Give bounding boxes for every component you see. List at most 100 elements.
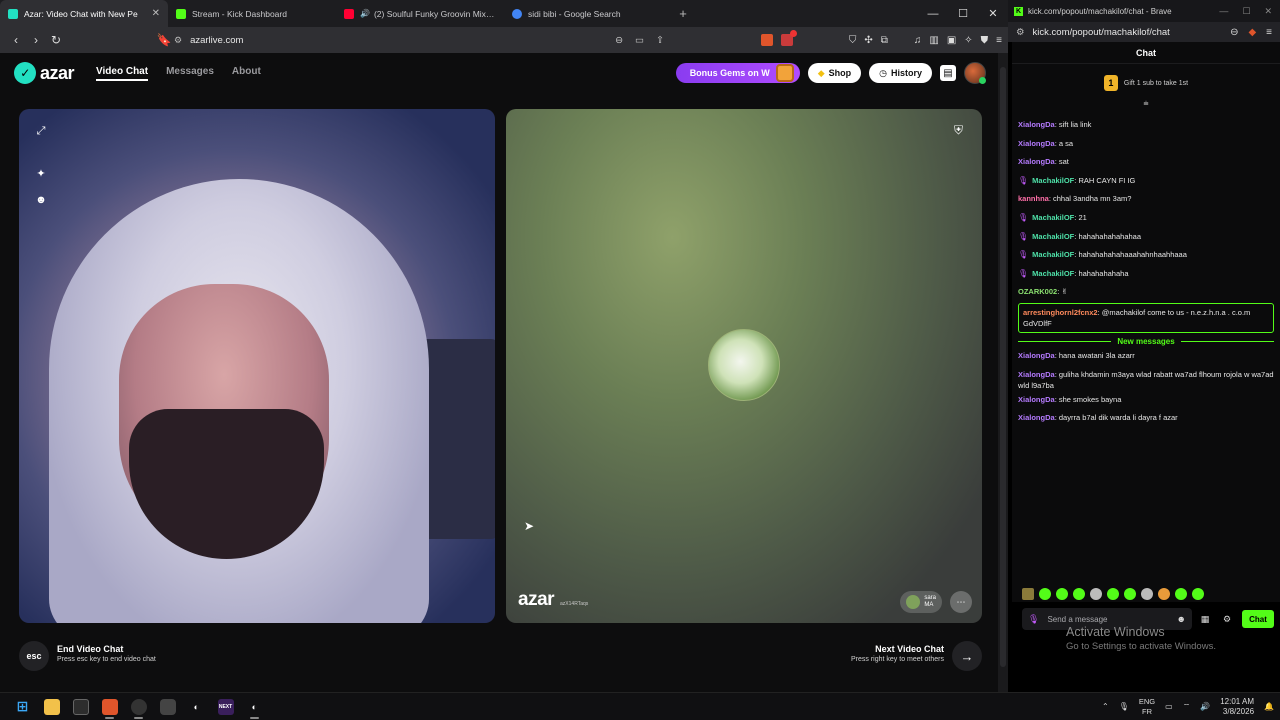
- chat-message[interactable]: XialongDa: she smokes bayna: [1018, 391, 1274, 410]
- chat-message[interactable]: XialongDa: dayrra b7al dik warda li dayr…: [1018, 409, 1274, 428]
- chat-message[interactable]: XialongDa: sat: [1018, 153, 1274, 172]
- microphone-icon[interactable]: 🎙: [1028, 614, 1039, 625]
- tab-google-search[interactable]: sidi bibi - Google Search: [504, 0, 672, 27]
- partner-info-chip[interactable]: sara MA: [900, 591, 942, 613]
- forward-icon[interactable]: ›: [26, 33, 46, 47]
- url-field[interactable]: ⚙ azarlive.com ⊖ ▭ ⇪: [174, 31, 664, 49]
- chat-message[interactable]: XialongDa: a sa: [1018, 135, 1274, 154]
- menu-icon[interactable]: ≡: [1266, 27, 1272, 38]
- chat-message[interactable]: 🎙 MachakilOF: hahahahahahahaa: [1018, 228, 1274, 247]
- gift-sub-banner[interactable]: 1 Gift 1 sub to take 1st: [1012, 70, 1280, 96]
- user-avatar[interactable]: [964, 62, 986, 84]
- new-tab-button[interactable]: +: [672, 6, 694, 21]
- screenshot-icon[interactable]: ⧉: [881, 35, 888, 46]
- chat-message[interactable]: XialongDa: guliha khdamin m3aya wlad rab…: [1018, 366, 1274, 391]
- taskbar-file-explorer[interactable]: [37, 695, 66, 719]
- site-settings-icon[interactable]: ⚙: [174, 35, 182, 46]
- chat-message[interactable]: 🎙 MachakilOF: RAH CAYN FI IG: [1018, 172, 1274, 191]
- end-chat-button[interactable]: esc: [19, 641, 49, 671]
- clock[interactable]: 12:01 AM 3/8/2026: [1220, 697, 1254, 717]
- minimize-icon[interactable]: —: [918, 8, 948, 20]
- scrollbar-thumb[interactable]: [1000, 67, 1006, 667]
- message-username[interactable]: MachakilOF: [1032, 232, 1074, 241]
- emote-icon[interactable]: [1192, 588, 1204, 600]
- brave-shields-icon[interactable]: ◆: [1248, 27, 1256, 38]
- emoji-picker-icon[interactable]: ☻: [1177, 614, 1186, 624]
- cast-icon[interactable]: ▭: [635, 35, 644, 46]
- azar-logo[interactable]: ✓ azar: [14, 62, 75, 84]
- message-username[interactable]: XialongDa: [1018, 120, 1055, 129]
- share-icon[interactable]: ⇪: [656, 35, 664, 46]
- nav-messages[interactable]: Messages: [166, 66, 214, 81]
- message-username[interactable]: XialongDa: [1018, 351, 1055, 360]
- message-username[interactable]: kannhna: [1018, 194, 1049, 203]
- notification-bell-icon[interactable]: 🔔: [1264, 702, 1274, 711]
- nav-about[interactable]: About: [232, 66, 261, 81]
- chat-message[interactable]: 🎙 MachakilOF: 21: [1018, 209, 1274, 228]
- chat-message[interactable]: 🎙 MachakilOF: hahahahahahaaahahnhaahhaaa: [1018, 246, 1274, 265]
- shield-check-icon[interactable]: ⛊: [981, 35, 989, 46]
- taskbar-obs[interactable]: [124, 695, 153, 719]
- page-scrollbar[interactable]: [998, 53, 1008, 692]
- microphone-tray-icon[interactable]: 🎙: [1119, 702, 1129, 711]
- menu-icon[interactable]: ≡: [996, 35, 1002, 46]
- reload-icon[interactable]: ↻: [46, 33, 66, 47]
- close-tab-icon[interactable]: ✕: [152, 8, 160, 19]
- message-username[interactable]: arrestinghornl2fcnx2: [1023, 308, 1098, 317]
- close-window-icon[interactable]: ✕: [978, 7, 1008, 20]
- speaker-icon[interactable]: 🔊: [360, 9, 370, 18]
- emote-icon[interactable]: [1141, 588, 1153, 600]
- message-username[interactable]: MachakilOF: [1032, 269, 1074, 278]
- emote-icon[interactable]: [1056, 588, 1068, 600]
- language-indicator[interactable]: ENG FR: [1139, 697, 1155, 717]
- taskbar-capcut-2[interactable]: ◐: [240, 695, 269, 719]
- send-chat-button[interactable]: Chat: [1242, 610, 1274, 628]
- tab-azar[interactable]: Azar: Video Chat with New Pe ✕: [0, 0, 168, 27]
- chat-message[interactable]: OZARK002: ✌: [1018, 283, 1274, 302]
- face-filter-icon[interactable]: ☻: [33, 192, 49, 208]
- emote-icon[interactable]: [1039, 588, 1051, 600]
- site-settings-icon[interactable]: ⚙: [1016, 27, 1025, 38]
- leo-ai-icon[interactable]: ✧: [964, 35, 972, 46]
- settings-gear-icon[interactable]: ⚙: [1218, 614, 1236, 625]
- emote-icon[interactable]: [1090, 588, 1102, 600]
- message-username[interactable]: XialongDa: [1018, 157, 1055, 166]
- report-shield-icon[interactable]: ⛨: [954, 123, 968, 139]
- maximize-icon[interactable]: ☐: [1242, 6, 1250, 17]
- message-username[interactable]: XialongDa: [1018, 139, 1055, 148]
- gift-icon[interactable]: ▦: [1196, 614, 1214, 625]
- new-messages-divider[interactable]: New messages: [1018, 337, 1274, 346]
- media-icon[interactable]: ♫: [914, 35, 922, 46]
- nav-video-chat[interactable]: Video Chat: [96, 66, 149, 81]
- emote-icon[interactable]: [1158, 588, 1170, 600]
- taskbar-capcut[interactable]: ◐: [182, 695, 211, 719]
- minimize-icon[interactable]: —: [1219, 6, 1228, 17]
- network-icon[interactable]: ⌔: [1183, 702, 1191, 712]
- zoom-icon[interactable]: ⊖: [615, 35, 623, 46]
- taskbar-store[interactable]: [66, 695, 95, 719]
- popup-address-bar[interactable]: ⚙ kick.com/popout/machakilof/chat ⊖ ◆ ≡: [1008, 22, 1280, 42]
- display-icon[interactable]: ▭: [1165, 702, 1173, 711]
- bookmark-icon[interactable]: 🔖: [154, 33, 174, 47]
- highlighted-message[interactable]: arrestinghornl2fcnx2: @machakilof come t…: [1018, 302, 1274, 333]
- message-username[interactable]: MachakilOF: [1032, 250, 1074, 259]
- chat-message[interactable]: XialongDa: hana awatani 3la azarr: [1018, 347, 1274, 366]
- chat-bubble-icon[interactable]: ⋯: [950, 591, 972, 613]
- message-username[interactable]: OZARK002: [1018, 287, 1057, 296]
- vpn-icon[interactable]: ⛉: [849, 35, 857, 46]
- history-button[interactable]: ◷ History: [869, 63, 932, 83]
- message-username[interactable]: XialongDa: [1018, 413, 1055, 422]
- brave-shields-icon[interactable]: [760, 34, 773, 46]
- sidebar-icon[interactable]: ▥: [929, 35, 938, 46]
- back-icon[interactable]: ‹: [6, 33, 26, 47]
- next-chat-button[interactable]: →: [952, 641, 982, 671]
- start-button[interactable]: ⊞: [8, 695, 37, 719]
- chat-message[interactable]: XialongDa: sift lia link: [1018, 116, 1274, 135]
- close-window-icon[interactable]: ✕: [1264, 6, 1272, 17]
- shop-button[interactable]: ◆ Shop: [807, 63, 862, 83]
- chat-message[interactable]: kannhna: chhal 3andha mn 3am?: [1018, 190, 1274, 209]
- taskbar-app-hex[interactable]: [153, 695, 182, 719]
- chat-message[interactable]: 🎙 MachakilOF: hahahahahaha: [1018, 265, 1274, 284]
- magic-wand-icon[interactable]: ✦: [33, 165, 49, 181]
- zoom-icon[interactable]: ⊖: [1230, 27, 1238, 38]
